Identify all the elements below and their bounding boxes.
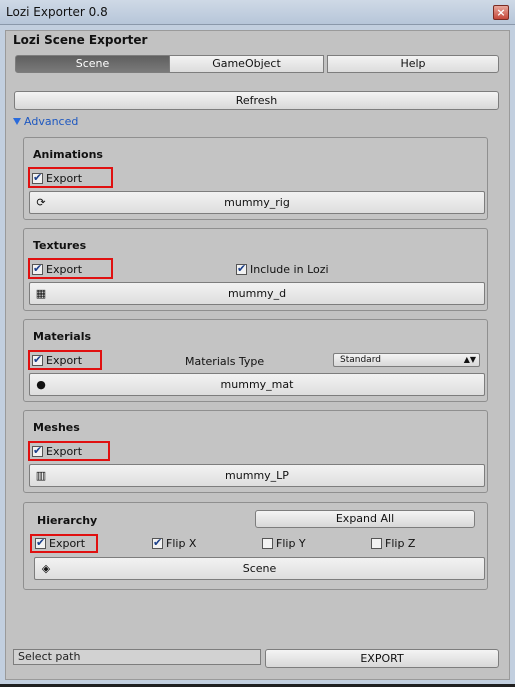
animations-title: Animations: [33, 148, 103, 161]
hierarchy-object-field[interactable]: ◈ Scene: [34, 557, 485, 580]
refresh-button[interactable]: Refresh: [14, 91, 499, 110]
close-icon[interactable]: ×: [493, 5, 509, 20]
material-sphere-icon: ●: [36, 378, 46, 391]
animations-object-name: mummy_rig: [224, 196, 290, 209]
dropdown-arrows-icon: ▲▼: [463, 355, 476, 364]
textures-export-checkbox[interactable]: Export: [32, 262, 83, 276]
tab-help[interactable]: Help: [327, 55, 499, 73]
window-title: Lozi Exporter 0.8: [6, 5, 108, 19]
tab-gameobject[interactable]: GameObject: [169, 55, 324, 73]
checkbox-icon: [32, 171, 43, 184]
materials-object-name: mummy_mat: [220, 378, 294, 391]
hierarchy-title: Hierarchy: [37, 514, 98, 527]
checkbox-icon: [152, 536, 163, 549]
animations-object-field[interactable]: ⟳ mummy_rig: [29, 191, 485, 214]
flip-z-label: Flip Z: [385, 537, 416, 550]
textures-object-name: mummy_d: [227, 287, 287, 300]
hierarchy-object-name: Scene: [242, 562, 277, 575]
unity-scene-icon: ◈: [41, 562, 51, 575]
select-path-field[interactable]: Select path: [13, 649, 261, 665]
animations-export-checkbox[interactable]: Export: [32, 171, 83, 185]
flip-y-checkbox[interactable]: Flip Y: [262, 537, 306, 550]
materials-type-dropdown[interactable]: Standard ▲▼: [333, 353, 480, 367]
textures-object-field[interactable]: ▦ mummy_d: [29, 282, 485, 305]
checkbox-icon: [35, 536, 46, 549]
expand-all-button[interactable]: Expand All: [255, 510, 475, 528]
flip-x-label: Flip X: [166, 537, 197, 550]
checkbox-icon: [262, 538, 273, 549]
mesh-icon: ▥: [35, 469, 47, 482]
include-in-lozi-label: Include in Lozi: [250, 263, 329, 276]
checkbox-icon: [32, 262, 43, 275]
checkbox-icon: [32, 353, 43, 366]
meshes-object-name: mummy_LP: [225, 469, 289, 482]
flip-y-label: Flip Y: [276, 537, 306, 550]
advanced-foldout[interactable]: Advanced: [13, 115, 78, 128]
flip-x-checkbox[interactable]: Flip X: [152, 536, 197, 550]
export-button[interactable]: EXPORT: [265, 649, 499, 668]
materials-export-checkbox[interactable]: Export: [32, 353, 83, 367]
flip-z-checkbox[interactable]: Flip Z: [371, 537, 415, 550]
include-in-lozi-checkbox[interactable]: Include in Lozi: [236, 262, 329, 276]
meshes-export-checkbox[interactable]: Export: [32, 444, 83, 458]
checkbox-icon: [32, 444, 43, 457]
meshes-object-field[interactable]: ▥ mummy_LP: [29, 464, 485, 487]
meshes-export-label: Export: [46, 445, 83, 458]
window-titlebar: Lozi Exporter 0.8 ×: [0, 0, 515, 25]
materials-object-field[interactable]: ● mummy_mat: [29, 373, 485, 396]
panel-header: Lozi Scene Exporter: [13, 33, 148, 47]
rig-icon: ⟳: [36, 196, 46, 209]
chevron-down-icon: [13, 118, 21, 125]
animations-export-label: Export: [46, 172, 83, 185]
materials-export-label: Export: [46, 354, 83, 367]
checkbox-icon: [371, 538, 382, 549]
texture-icon: ▦: [35, 287, 47, 300]
textures-export-label: Export: [46, 263, 83, 276]
materials-type-value: Standard: [340, 355, 381, 365]
hierarchy-export-checkbox[interactable]: Export: [35, 536, 86, 550]
textures-title: Textures: [33, 239, 87, 252]
materials-type-label: Materials Type: [185, 355, 265, 368]
meshes-title: Meshes: [33, 421, 80, 434]
materials-title: Materials: [33, 330, 92, 343]
tab-scene[interactable]: Scene: [15, 55, 170, 73]
hierarchy-export-label: Export: [49, 537, 86, 550]
checkbox-icon: [236, 262, 247, 275]
advanced-label: Advanced: [24, 115, 79, 128]
